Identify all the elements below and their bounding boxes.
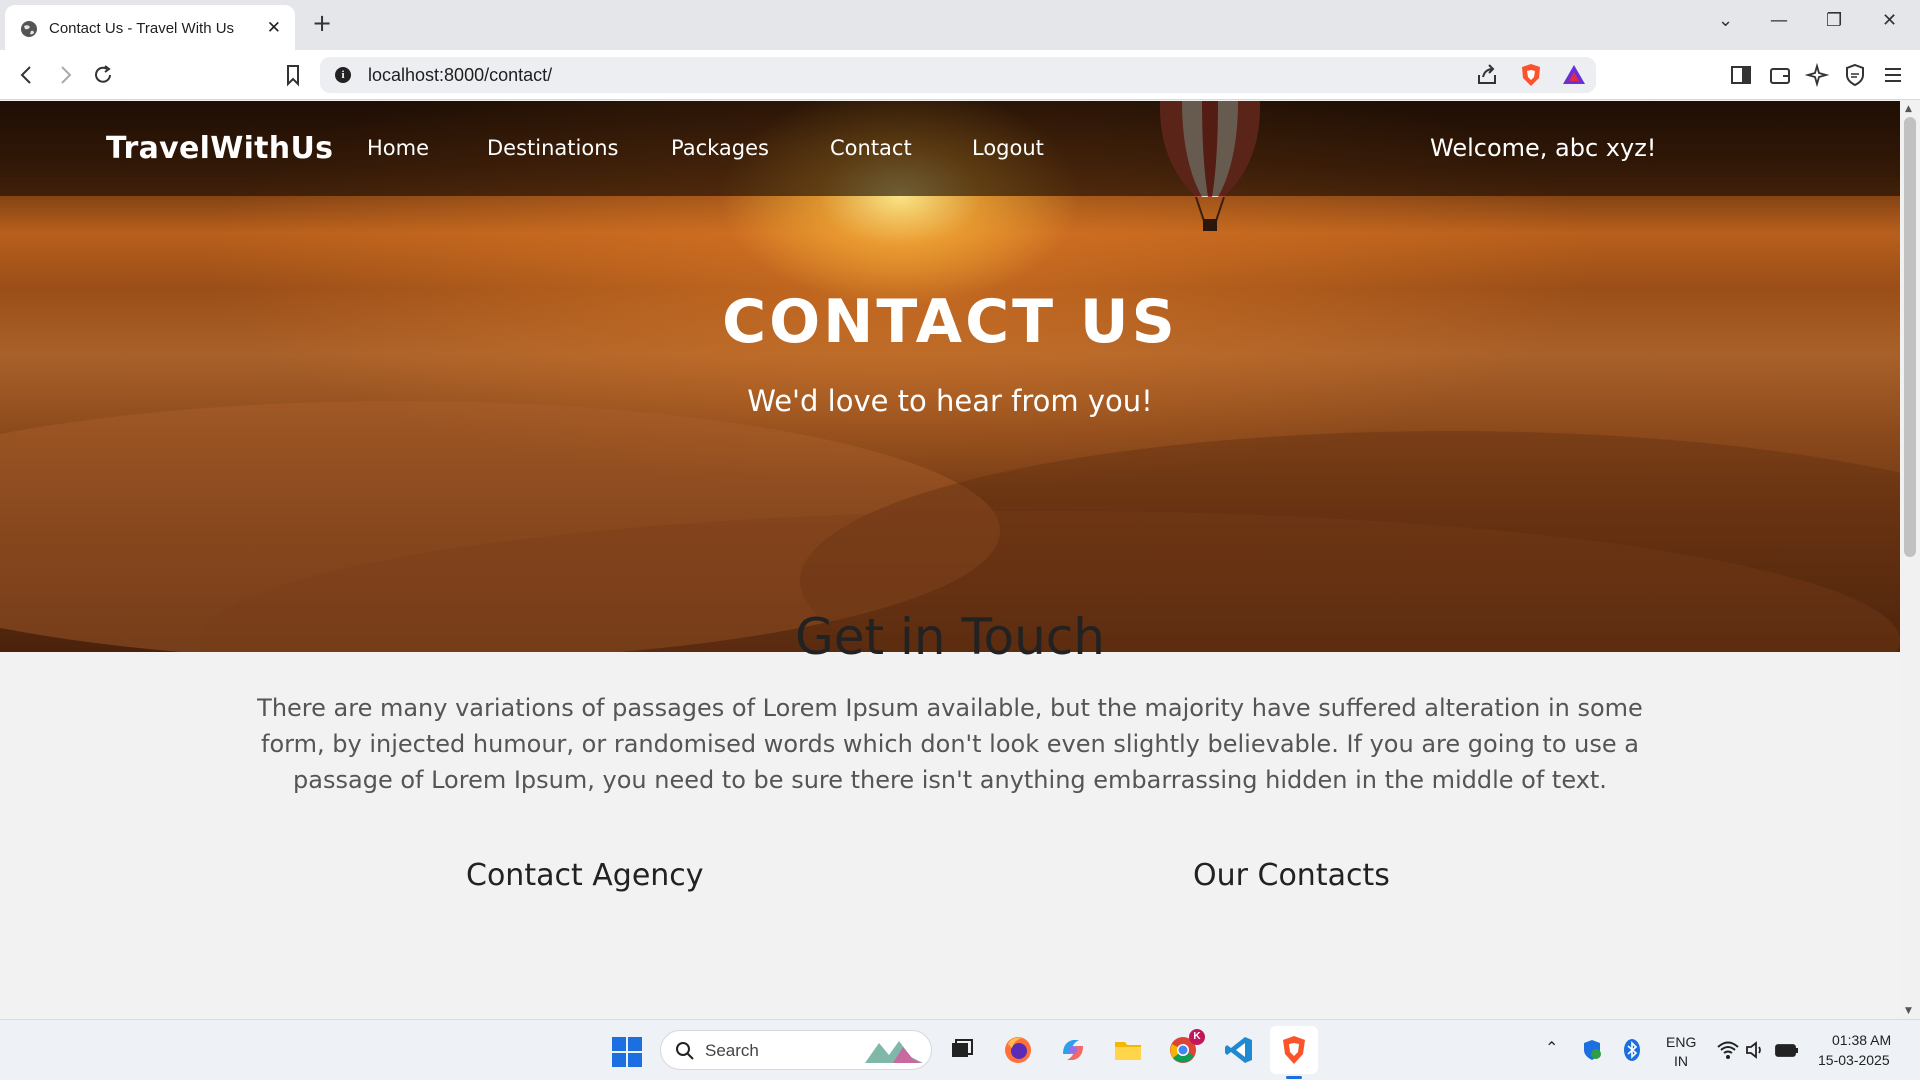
- wifi-icon[interactable]: [1716, 1038, 1740, 1062]
- close-window-icon[interactable]: ✕: [1882, 10, 1897, 31]
- url-text[interactable]: localhost:8000/contact/: [368, 65, 552, 86]
- tab-title: Contact Us - Travel With Us: [49, 20, 235, 37]
- share-icon[interactable]: [1475, 63, 1499, 87]
- section-heading: Get in Touch: [795, 608, 1105, 666]
- volume-icon[interactable]: [1744, 1038, 1768, 1062]
- hero-subtitle: We'd love to hear from you!: [747, 384, 1153, 418]
- copilot-icon[interactable]: [1057, 1034, 1089, 1066]
- welcome-message: Welcome, abc xyz!: [1430, 134, 1657, 162]
- restore-icon[interactable]: ❐: [1826, 10, 1842, 31]
- active-app-indicator: [1286, 1076, 1302, 1079]
- battery-icon[interactable]: [1774, 1038, 1800, 1062]
- bluetooth-icon[interactable]: [1620, 1038, 1644, 1062]
- our-contacts-heading: Our Contacts: [1193, 858, 1390, 893]
- brand-logo[interactable]: TravelWithUs: [106, 131, 333, 166]
- page-scrollbar[interactable]: ▲ ▼: [1900, 101, 1920, 1019]
- brave-rewards-icon[interactable]: [1562, 63, 1586, 87]
- show-hidden-icons-icon[interactable]: ⌃: [1545, 1038, 1558, 1058]
- browser-tab[interactable]: Contact Us - Travel With Us ✕: [5, 5, 295, 50]
- brave-shields-icon[interactable]: [1519, 63, 1543, 87]
- nav-link-contact[interactable]: Contact: [830, 136, 912, 160]
- taskbar: Search K ⌃ ENG IN 01:38 AM 15-03-2025: [0, 1019, 1920, 1080]
- globe-icon: [21, 21, 37, 37]
- section-paragraph: There are many variations of passages of…: [257, 694, 1643, 794]
- site-navbar: TravelWithUs Home Destinations Packages …: [0, 101, 1900, 196]
- file-explorer-icon[interactable]: [1112, 1034, 1144, 1066]
- scroll-down-icon[interactable]: ▼: [1905, 1006, 1912, 1016]
- firefox-icon[interactable]: [1002, 1034, 1034, 1066]
- taskbar-search[interactable]: Search: [660, 1030, 932, 1070]
- search-icon: [676, 1042, 694, 1060]
- sidebar-toggle-icon[interactable]: [1729, 63, 1753, 87]
- chrome-profile-badge: K: [1189, 1029, 1205, 1045]
- windows-security-icon[interactable]: [1580, 1038, 1604, 1062]
- back-icon[interactable]: [14, 62, 40, 88]
- task-view-icon[interactable]: [946, 1034, 978, 1066]
- close-tab-icon[interactable]: ✕: [267, 18, 281, 38]
- forward-icon[interactable]: [52, 62, 78, 88]
- reload-icon[interactable]: [90, 62, 116, 88]
- vpn-shield-icon[interactable]: [1843, 63, 1867, 87]
- address-bar[interactable]: i localhost:8000/contact/: [320, 57, 1596, 93]
- clock-date[interactable]: 15-03-2025: [1818, 1052, 1890, 1068]
- minimize-icon[interactable]: —: [1770, 10, 1788, 31]
- scroll-thumb[interactable]: [1904, 117, 1916, 557]
- windows-start-icon[interactable]: [612, 1037, 642, 1067]
- tab-strip: Contact Us - Travel With Us ✕ + ⌄ — ❐ ✕: [0, 0, 1920, 50]
- search-label: Search: [705, 1041, 759, 1060]
- menu-icon[interactable]: [1881, 63, 1905, 87]
- clock-time[interactable]: 01:38 AM: [1832, 1032, 1891, 1048]
- nav-link-packages[interactable]: Packages: [671, 136, 769, 160]
- scroll-up-icon[interactable]: ▲: [1905, 104, 1912, 114]
- nav-link-destinations[interactable]: Destinations: [487, 136, 618, 160]
- hero-title: CONTACT US: [722, 287, 1178, 357]
- wallet-icon[interactable]: [1768, 63, 1792, 87]
- nav-link-logout[interactable]: Logout: [972, 136, 1044, 160]
- nav-link-home[interactable]: Home: [367, 136, 429, 160]
- hero-banner: TravelWithUs Home Destinations Packages …: [0, 101, 1900, 652]
- language-indicator[interactable]: ENG: [1666, 1034, 1696, 1050]
- brave-browser-icon[interactable]: [1278, 1034, 1310, 1066]
- vscode-icon[interactable]: [1223, 1034, 1255, 1066]
- language-region: IN: [1674, 1053, 1688, 1069]
- tab-search-chevron-icon[interactable]: ⌄: [1718, 10, 1733, 31]
- page-viewport: TravelWithUs Home Destinations Packages …: [0, 101, 1900, 1019]
- new-tab-icon[interactable]: +: [312, 9, 332, 37]
- leo-ai-icon[interactable]: [1805, 63, 1829, 87]
- site-info-icon[interactable]: i: [335, 67, 351, 83]
- contact-agency-heading: Contact Agency: [466, 858, 704, 893]
- bookmark-icon[interactable]: [280, 62, 306, 88]
- search-highlight-image: [865, 1041, 923, 1063]
